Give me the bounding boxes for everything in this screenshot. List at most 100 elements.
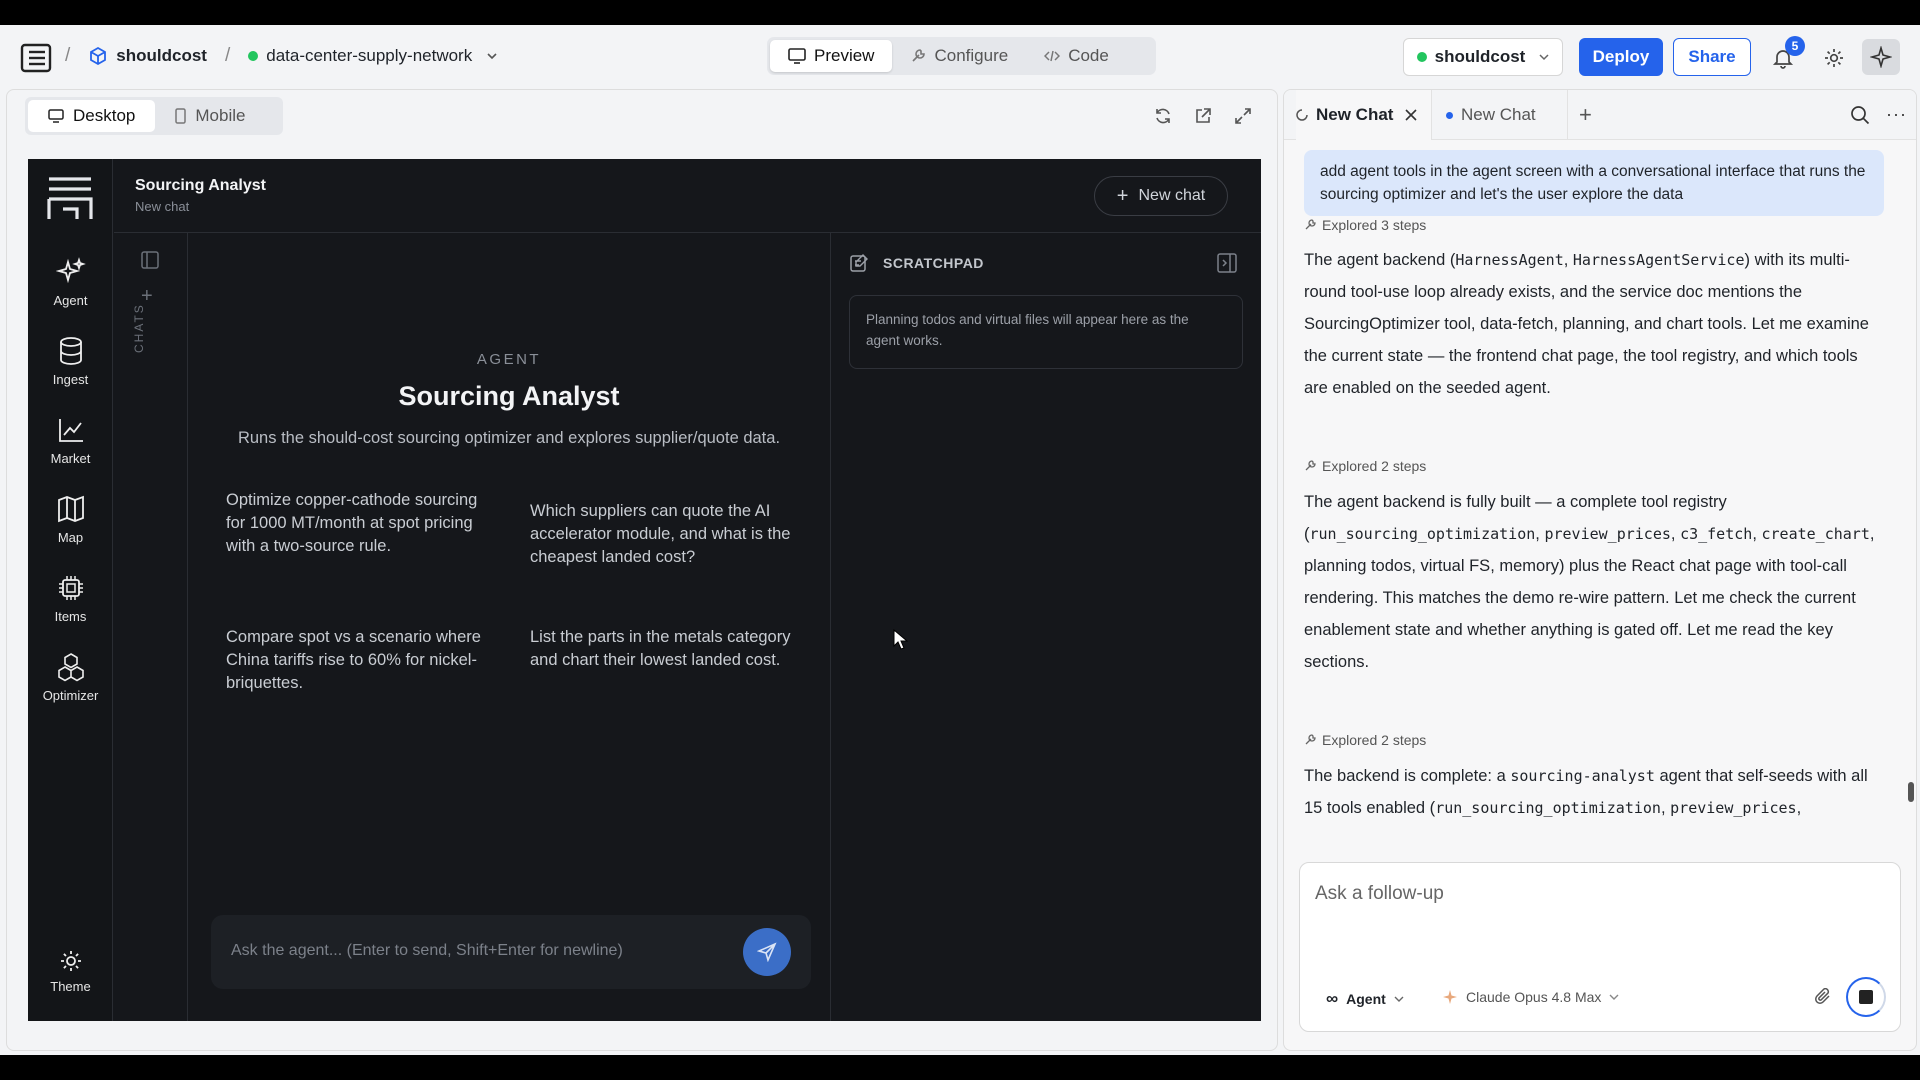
desktop-mode-label: Desktop (73, 106, 136, 125)
suggestion-card[interactable]: Optimize copper-cathode sourcing for 100… (226, 489, 496, 558)
collapse-panel-icon[interactable] (1217, 253, 1237, 273)
status-dot-icon (248, 51, 259, 61)
environment-select[interactable]: shouldcost (1403, 38, 1563, 76)
gear-icon[interactable] (1823, 47, 1845, 69)
tab-new-chat[interactable]: New Chat (1432, 90, 1568, 140)
wrench-icon (1304, 734, 1316, 746)
send-button[interactable] (743, 928, 791, 976)
suggestion-card[interactable]: Which suppliers can quote the AI acceler… (530, 500, 800, 569)
monitor-icon (48, 109, 64, 123)
model-label: Claude Opus 4.8 Max (1466, 989, 1602, 1005)
chats-sidebar: + CHATS (114, 233, 188, 1021)
deploy-button[interactable]: Deploy (1579, 38, 1663, 76)
tab-label: New Chat (1316, 105, 1394, 124)
mode-select[interactable]: ∞ Agent (1326, 989, 1404, 1009)
nav-market[interactable]: Market (28, 415, 113, 466)
boxes-icon (56, 652, 86, 682)
database-icon (56, 336, 86, 366)
new-chat-label: New chat (1138, 187, 1206, 204)
refresh-icon[interactable] (1153, 106, 1173, 126)
stop-generation-button[interactable] (1846, 977, 1886, 1017)
assistant-message: The agent backend is fully built — a com… (1304, 493, 1875, 671)
explored-label: Explored 3 steps (1322, 217, 1427, 233)
nav-items-label: Items (54, 609, 87, 624)
message-list: add agent tools in the agent screen with… (1284, 140, 1916, 850)
app-logo-icon (47, 175, 93, 221)
device-mode-switcher: Desktop Mobile (25, 97, 283, 135)
tab-code-label: Code (1068, 46, 1109, 65)
explored-label: Explored 2 steps (1322, 458, 1427, 474)
plus-icon: + (1116, 185, 1129, 207)
phone-icon (175, 108, 187, 124)
mobile-mode-button[interactable]: Mobile (155, 100, 265, 132)
cube-icon (88, 46, 108, 66)
explored-steps[interactable]: Explored 2 steps (1304, 458, 1426, 474)
tab-label: New Chat (1461, 105, 1536, 124)
theme-toggle[interactable]: Theme (28, 949, 113, 994)
chats-label: CHATS (132, 303, 146, 353)
preview-panel: Desktop Mobile Agent Ingest Market Map I… (6, 89, 1278, 1051)
close-icon[interactable] (1405, 109, 1418, 121)
new-chat-button[interactable]: + New chat (1094, 176, 1228, 216)
wrench-icon (1304, 219, 1316, 231)
new-tab-button[interactable]: + (1579, 90, 1592, 140)
explored-steps[interactable]: Explored 3 steps (1304, 217, 1426, 233)
monitor-icon (788, 48, 806, 64)
external-link-icon[interactable] (1193, 106, 1213, 126)
desktop-mode-button[interactable]: Desktop (28, 100, 156, 132)
suggestion-card[interactable]: Compare spot vs a scenario where China t… (226, 626, 496, 695)
org-name[interactable]: shouldcost (116, 46, 207, 66)
loading-spinner-icon (1296, 109, 1308, 121)
follow-up-input[interactable]: Ask a follow-up (1315, 883, 1444, 905)
agent-input[interactable]: Ask the agent... (Enter to send, Shift+E… (211, 915, 811, 989)
nav-optimizer[interactable]: Optimizer (28, 652, 113, 703)
explored-steps[interactable]: Explored 2 steps (1304, 732, 1426, 748)
page-subtitle: New chat (135, 199, 190, 214)
tab-preview[interactable]: Preview (770, 40, 893, 72)
nav-agent[interactable]: Agent (28, 257, 113, 308)
notification-badge: 5 (1785, 36, 1805, 56)
sidebar-toggle-icon[interactable] (20, 42, 52, 74)
tab-configure[interactable]: Configure (892, 40, 1026, 72)
wrench-icon (1304, 460, 1316, 472)
view-switcher: Preview Configure Code (767, 37, 1156, 75)
paperclip-icon[interactable] (1815, 988, 1833, 1006)
wrench-icon (910, 48, 926, 64)
sparkles-icon (55, 257, 86, 287)
assistant-message: The backend is complete: a sourcing-anal… (1304, 767, 1868, 817)
nav-ingest[interactable]: Ingest (28, 336, 113, 387)
scrollbar-thumb[interactable] (1908, 782, 1914, 802)
nav-items[interactable]: Items (28, 573, 113, 624)
suggestion-card[interactable]: List the parts in the metals category an… (530, 626, 800, 672)
composer: Ask a follow-up ∞ Agent Claude Opus 4.8 … (1299, 862, 1901, 1032)
panel-toggle-icon[interactable] (141, 251, 159, 269)
stop-icon (1859, 990, 1873, 1004)
chat-tabs: New Chat New Chat + ··· (1284, 90, 1916, 140)
sun-icon (59, 949, 83, 973)
share-button[interactable]: Share (1673, 38, 1751, 76)
plus-icon: + (1579, 102, 1592, 127)
project-name[interactable]: data-center-supply-network (266, 46, 472, 66)
tab-configure-label: Configure (934, 46, 1009, 65)
mode-label: Agent (1346, 991, 1386, 1007)
model-select[interactable]: Claude Opus 4.8 Max (1442, 989, 1619, 1005)
expand-icon[interactable] (1233, 106, 1253, 126)
search-icon[interactable] (1850, 105, 1870, 125)
status-dot-icon (1446, 111, 1453, 119)
more-icon[interactable]: ··· (1886, 104, 1907, 125)
nav-market-label: Market (50, 451, 91, 466)
chevron-down-icon (1539, 52, 1549, 62)
app-nav-rail: Agent Ingest Market Map Items Optimizer … (28, 159, 113, 1021)
ai-sparkle-button[interactable] (1862, 39, 1900, 75)
nav-agent-label: Agent (53, 293, 88, 308)
nav-optimizer-label: Optimizer (42, 688, 99, 703)
chevron-down-icon[interactable] (486, 50, 498, 62)
nav-map-label: Map (57, 530, 84, 545)
send-icon (757, 942, 777, 962)
agent-input-placeholder: Ask the agent... (Enter to send, Shift+E… (231, 942, 623, 959)
agent-name: Sourcing Analyst (398, 381, 620, 411)
tab-new-chat-active[interactable]: New Chat (1296, 90, 1432, 140)
scratchpad-title: SCRATCHPAD (883, 255, 984, 271)
nav-map[interactable]: Map (28, 494, 113, 545)
tab-code[interactable]: Code (1026, 40, 1127, 72)
